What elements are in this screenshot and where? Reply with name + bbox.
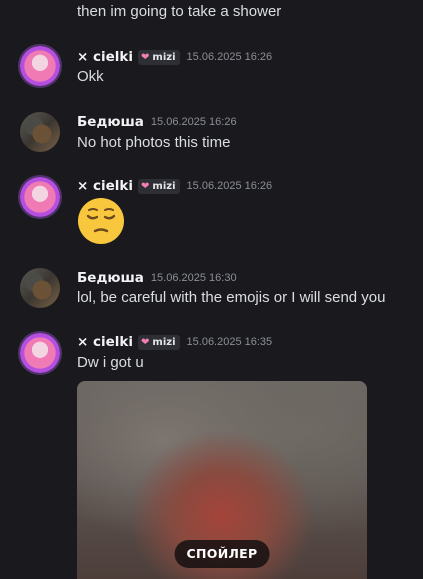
avatar-bedyusha[interactable] xyxy=(20,112,60,152)
username[interactable]: Бедюша xyxy=(77,270,144,286)
message-text: Okk xyxy=(77,68,104,85)
message-header: × cielki ❤ mizi 15.06.2025 16:26 xyxy=(77,48,272,66)
chat-messages-area: then im going to take a shower × cielki … xyxy=(0,0,423,579)
message-header: × cielki ❤ mizi 15.06.2025 16:26 xyxy=(77,177,272,195)
message-text: No hot photos this time xyxy=(77,134,231,151)
message: Бедюша 15.06.2025 16:26 No hot photos th… xyxy=(0,110,410,160)
message-header: Бедюша 15.06.2025 16:30 xyxy=(77,269,237,287)
message-continuation: then im going to take a shower xyxy=(0,0,410,26)
server-tag-label: mizi xyxy=(152,51,176,63)
server-tag[interactable]: ❤ mizi xyxy=(138,49,180,65)
message-text: lol, be careful with the emojis or I wil… xyxy=(77,289,386,306)
avatar-cielki[interactable] xyxy=(20,177,60,217)
timestamp[interactable]: 15.06.2025 16:30 xyxy=(151,272,237,284)
message: Бедюша 15.06.2025 16:30 lol, be careful … xyxy=(0,266,410,316)
pensive-face-icon[interactable] xyxy=(77,197,125,245)
timestamp[interactable]: 15.06.2025 16:35 xyxy=(187,336,273,348)
message: × cielki ❤ mizi 15.06.2025 16:26 Okk xyxy=(0,44,410,94)
message-text: Dw i got u xyxy=(77,354,144,371)
avatar-cielki[interactable] xyxy=(20,46,60,86)
avatar-cielki[interactable] xyxy=(20,333,60,373)
server-tag-label: mizi xyxy=(152,180,176,192)
server-tag-label: mizi xyxy=(152,336,176,348)
avatar-bedyusha[interactable] xyxy=(20,268,60,308)
message: × cielki ❤ mizi 15.06.2025 16:26 xyxy=(0,175,410,247)
heart-icon: ❤ xyxy=(141,336,150,348)
spoiler-image-attachment[interactable]: СПОЙЛЕР xyxy=(77,381,367,579)
username[interactable]: × cielki xyxy=(77,334,133,350)
server-tag[interactable]: ❤ mizi xyxy=(138,334,180,350)
server-tag[interactable]: ❤ mizi xyxy=(138,178,180,194)
username[interactable]: × cielki xyxy=(77,178,133,194)
timestamp[interactable]: 15.06.2025 16:26 xyxy=(151,116,237,128)
timestamp[interactable]: 15.06.2025 16:26 xyxy=(187,51,273,63)
username[interactable]: × cielki xyxy=(77,49,133,65)
username[interactable]: Бедюша xyxy=(77,114,144,130)
heart-icon: ❤ xyxy=(141,51,150,63)
heart-icon: ❤ xyxy=(141,180,150,192)
message-text: then im going to take a shower xyxy=(77,3,282,20)
spoiler-reveal-button[interactable]: СПОЙЛЕР xyxy=(174,540,270,568)
timestamp[interactable]: 15.06.2025 16:26 xyxy=(187,180,273,192)
message-header: × cielki ❤ mizi 15.06.2025 16:35 xyxy=(77,333,272,351)
message-header: Бедюша 15.06.2025 16:26 xyxy=(77,113,237,131)
